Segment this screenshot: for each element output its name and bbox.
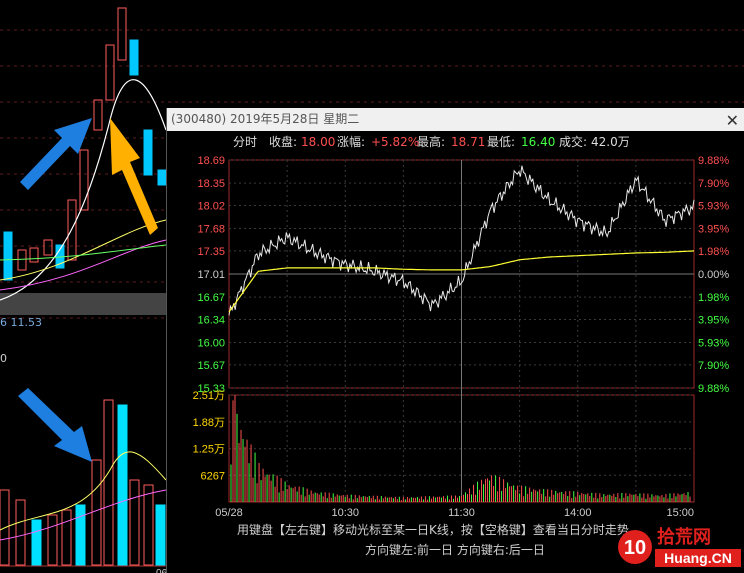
candle — [117, 7, 127, 61]
pct-tick-label: 3.95% — [698, 224, 729, 236]
ma-label: 6 11.53 — [0, 316, 42, 329]
watermark-text: 拾荒网 — [657, 526, 711, 548]
price-tick-label: 17.01 — [197, 269, 225, 281]
hint-line-2: 方向键左:前一日 方向键右:后一日 — [365, 543, 545, 557]
vol-label: 0 — [0, 352, 7, 365]
intraday-popup[interactable]: (300480) 2019年5月28日 星期二 ✕ 分时 收盘: 18.00 涨… — [166, 108, 744, 573]
arrow-blue-icon — [20, 118, 92, 190]
volume-tick-label: 1.88万 — [193, 417, 225, 429]
pct-tick-label: 1.98% — [698, 246, 729, 258]
volume-bar — [117, 404, 128, 566]
pct-tick-label: 5.93% — [698, 200, 729, 212]
volume-bar — [61, 509, 72, 566]
watermark-logo: 10 拾荒网 Huang.CN — [618, 526, 741, 567]
volume-bar — [31, 519, 42, 566]
volume-bar — [103, 399, 114, 566]
volume-bar — [143, 484, 154, 566]
time-tick-label: 05/28 — [215, 507, 243, 519]
pct-tick-label: 0.00% — [698, 269, 729, 281]
volume-tick-label: 1.25万 — [193, 444, 225, 456]
volume-bar — [15, 499, 26, 566]
pct-tick-label: 9.88% — [698, 383, 729, 395]
candle — [17, 249, 27, 271]
arrow-blue-icon — [18, 388, 92, 462]
price-tick-label: 17.68 — [197, 224, 225, 236]
hint-line-1: 用键盘【左右键】移动光标至某一日K线，按【空格键】查看当日分时走势 — [237, 523, 629, 537]
intraday-chart[interactable]: 18.69 9.88% 18.35 7.90% 18.02 5.93% 17.68 3.95%… — [167, 108, 744, 573]
pct-tick-label: 5.93% — [698, 338, 729, 350]
price-tick-label: 16.00 — [197, 338, 225, 350]
pct-tick-label: 1.98% — [698, 292, 729, 304]
volume-bar — [47, 514, 58, 566]
volume-bar — [129, 479, 140, 566]
price-tick-label: 16.67 — [197, 292, 225, 304]
volume-bar — [155, 504, 166, 566]
volume-band — [0, 293, 166, 315]
price-tick-label: 15.67 — [197, 360, 225, 372]
price-tick-label: 18.35 — [197, 178, 225, 190]
volume-tick-label: 6267 — [201, 470, 225, 482]
candle — [3, 231, 13, 281]
pct-tick-label: 3.95% — [698, 314, 729, 326]
time-tick-label: 11:30 — [448, 507, 475, 519]
candle — [157, 169, 167, 186]
watermark-num: 10 — [624, 537, 646, 559]
candle — [29, 247, 39, 263]
pct-tick-label: 7.90% — [698, 360, 729, 372]
price-tick-label: 17.35 — [197, 246, 225, 258]
candle — [143, 129, 153, 176]
volume-bar — [75, 504, 86, 566]
pct-tick-label: 9.88% — [698, 155, 729, 167]
candle — [43, 239, 53, 256]
candle — [105, 44, 115, 101]
price-tick-label: 18.69 — [197, 155, 225, 167]
time-tick-label: 10:30 — [331, 507, 359, 519]
candle — [93, 99, 103, 131]
watermark-domain: Huang.CN — [664, 550, 732, 566]
volume-tick-label: 2.51万 — [193, 390, 225, 402]
volume-bar — [91, 459, 102, 566]
candle — [129, 39, 139, 76]
price-tick-label: 18.02 — [197, 200, 225, 212]
pct-tick-label: 7.90% — [698, 178, 729, 190]
price-tick-label: 16.34 — [197, 314, 225, 326]
time-tick-label: 14:00 — [564, 507, 592, 519]
time-tick-label: 15:00 — [666, 507, 694, 519]
